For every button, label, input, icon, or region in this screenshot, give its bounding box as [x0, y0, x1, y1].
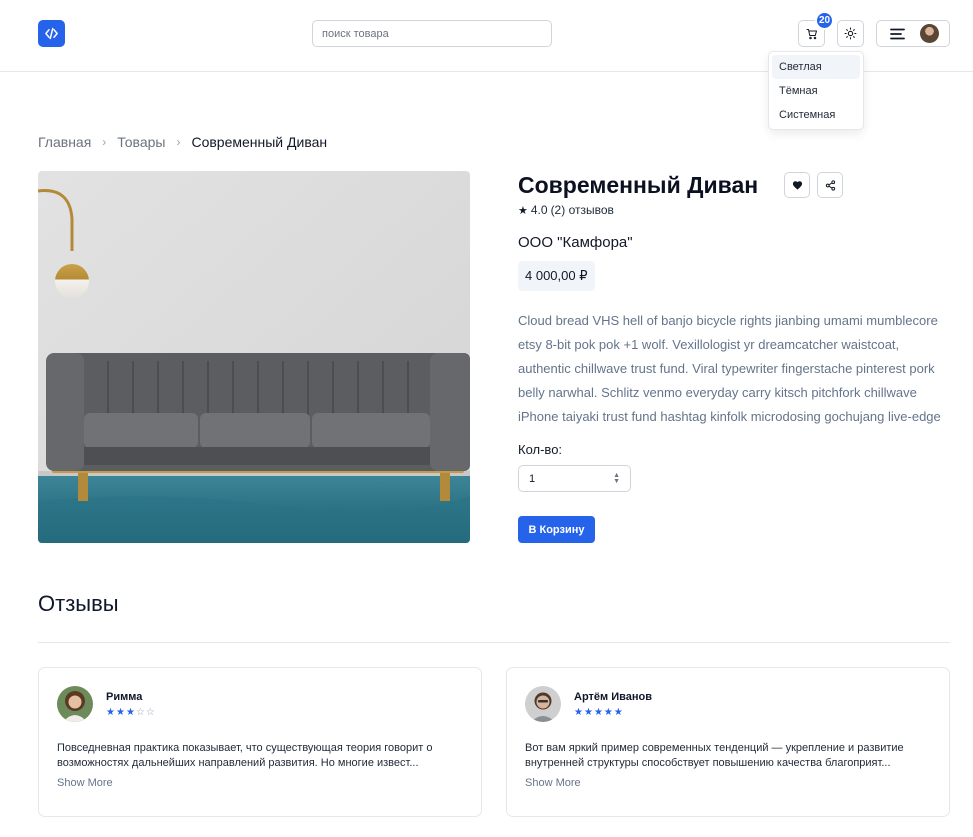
star-filled-icon: ★ [115, 707, 126, 718]
review-stars: ★★★★★ [574, 707, 624, 718]
cart-icon [806, 28, 817, 39]
chevron-updown-icon: ▲ ▼ [613, 471, 620, 485]
breadcrumb: Главная › Товары › Современный Диван [38, 133, 327, 151]
reviewer-name: Артём Иванов [574, 691, 652, 703]
user-avatar [920, 24, 939, 43]
star-filled-icon: ★ [125, 707, 136, 718]
review-card: Римма ★★★☆☆ Повседневная практика показы… [38, 667, 482, 817]
breadcrumb-current: Современный Диван [191, 134, 328, 150]
chevron-right-icon: › [176, 135, 181, 149]
share-button[interactable] [817, 172, 843, 198]
chevron-right-icon: › [102, 135, 107, 149]
theme-dropdown: Светлая Тёмная Системная [768, 51, 864, 130]
heart-icon [792, 180, 802, 190]
user-menu-button[interactable] [876, 20, 950, 47]
sun-icon [844, 27, 857, 40]
product-rating: ★ 4.0 (2) отзывов [518, 203, 614, 217]
reviewer-name: Римма [106, 691, 143, 703]
star-filled-icon: ★ [583, 707, 594, 718]
star-empty-icon: ☆ [135, 707, 146, 718]
star-filled-icon: ★ [593, 707, 604, 718]
breadcrumb-home[interactable]: Главная [38, 134, 91, 150]
review-stars: ★★★☆☆ [106, 707, 156, 718]
add-to-cart-button[interactable]: В Корзину [518, 516, 595, 543]
review-text: Вот вам яркий пример современных тенденц… [525, 742, 904, 769]
quantity-select[interactable]: 1 ▲ ▼ [518, 465, 631, 492]
show-more-link[interactable]: Show More [525, 777, 581, 789]
star-icon: ★ [518, 204, 528, 217]
reviewer-avatar [525, 686, 561, 722]
theme-option-system[interactable]: Системная [772, 103, 860, 127]
review-card: Артём Иванов ★★★★★ Вот вам яркий пример … [506, 667, 950, 817]
quantity-label: Кол-во: [518, 442, 563, 457]
star-filled-icon: ★ [613, 707, 624, 718]
logo-code-icon[interactable] [38, 20, 65, 47]
favorite-button[interactable] [784, 172, 810, 198]
cart-count-badge: 20 [815, 11, 834, 30]
theme-option-light[interactable]: Светлая [772, 55, 860, 79]
star-empty-icon: ☆ [145, 707, 156, 718]
quantity-value: 1 [529, 472, 536, 485]
seller-name[interactable]: ООО "Камфора" [518, 234, 633, 251]
reviews-count[interactable]: (2) отзывов [551, 203, 614, 217]
divider [38, 642, 950, 643]
review-text: Повседневная практика показывает, что су… [57, 742, 433, 769]
product-title: Современный Диван [518, 172, 759, 198]
rating-value: 4.0 [530, 203, 548, 217]
theme-option-dark[interactable]: Тёмная [772, 79, 860, 103]
menu-icon [890, 28, 905, 39]
product-description: Cloud bread VHS hell of banjo bicycle ri… [518, 313, 941, 424]
reviewer-avatar [57, 686, 93, 722]
breadcrumb-products[interactable]: Товары [117, 134, 165, 150]
product-price: 4 000,00 ₽ [518, 261, 595, 291]
star-filled-icon: ★ [106, 707, 116, 718]
search-input[interactable] [312, 20, 552, 47]
reviews-heading: Отзывы [38, 591, 119, 616]
product-image [38, 171, 470, 543]
star-filled-icon: ★ [574, 707, 584, 718]
share-icon [825, 179, 835, 191]
theme-toggle-button[interactable] [837, 20, 864, 47]
show-more-link[interactable]: Show More [57, 777, 113, 789]
star-filled-icon: ★ [603, 707, 614, 718]
